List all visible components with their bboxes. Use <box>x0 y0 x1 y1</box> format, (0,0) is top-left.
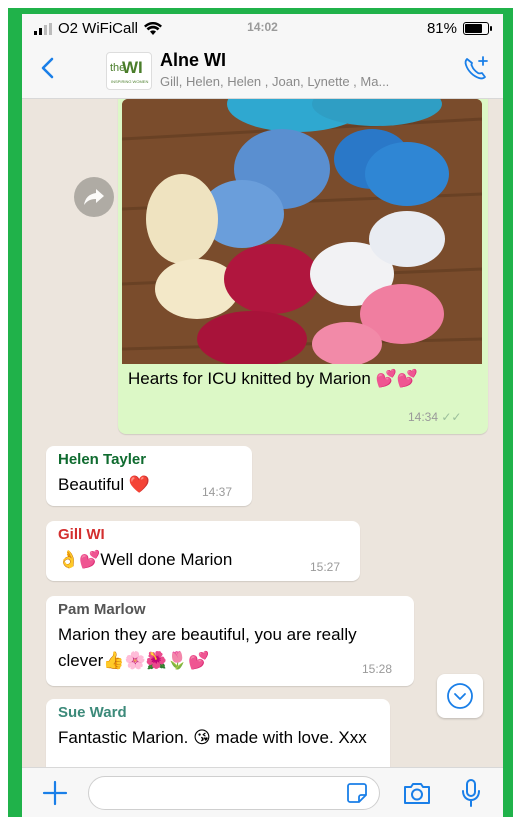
message-list[interactable]: Hearts for ICU knitted by Marion 💕💕 14:3… <box>22 99 503 767</box>
photo-content <box>122 99 482 364</box>
plus-icon[interactable] <box>42 780 68 806</box>
composer-bar <box>22 767 503 817</box>
message-text: Beautiful ❤️ <box>58 475 151 494</box>
forward-icon <box>84 189 104 205</box>
message-time: 14:34 ✓✓ <box>408 410 461 424</box>
scroll-to-bottom-button[interactable] <box>437 674 483 718</box>
sender-name[interactable]: Pam Marlow <box>58 601 146 618</box>
message-time: 15:27 <box>310 560 341 574</box>
time-label: 14:34 <box>408 410 439 424</box>
chevron-down-icon <box>447 683 473 709</box>
logo-wi: WI <box>122 58 143 77</box>
camera-icon[interactable] <box>402 780 432 806</box>
sender-name[interactable]: Sue Ward <box>58 704 127 721</box>
message-text: Marion they are beautiful, you are reall… <box>58 625 357 670</box>
knitted-hearts-photo[interactable] <box>122 99 482 364</box>
back-icon[interactable] <box>36 56 60 80</box>
sticker-icon[interactable] <box>346 782 368 804</box>
message-text: Hearts for ICU knitted by Marion 💕💕 <box>128 369 418 388</box>
message-input[interactable] <box>88 776 380 810</box>
group-title[interactable]: Alne WI <box>160 50 226 71</box>
battery-percent: 81% <box>426 20 457 37</box>
sender-name[interactable]: Helen Tayler <box>58 451 146 468</box>
logo-tagline: INSPIRING WOMEN <box>111 79 149 84</box>
microphone-icon[interactable] <box>460 778 482 808</box>
group-members[interactable]: Gill, Helen, Helen , Joan, Lynette , Ma.… <box>160 74 389 89</box>
message-text: 👌💕Well done Marion <box>58 550 233 569</box>
chat-header: the WI INSPIRING WOMEN Alne WI Gill, Hel… <box>22 42 503 99</box>
forward-button[interactable] <box>74 177 114 217</box>
group-avatar[interactable]: the WI INSPIRING WOMEN <box>106 52 152 90</box>
read-receipt-icon: ✓✓ <box>441 410 462 424</box>
status-bar: O2 WiFiCall 14:02 81% <box>22 14 503 42</box>
sender-name[interactable]: Gill WI <box>58 526 105 543</box>
message-text: Fantastic Marion. 😘 made with love. Xxx <box>58 728 367 747</box>
add-call-icon[interactable] <box>461 54 491 84</box>
message-time: 15:28 <box>362 662 393 676</box>
message-time: 14:37 <box>202 485 233 499</box>
chat-screen: O2 WiFiCall 14:02 81% the WI INSPIRING W… <box>22 14 503 817</box>
battery-icon <box>463 22 492 35</box>
